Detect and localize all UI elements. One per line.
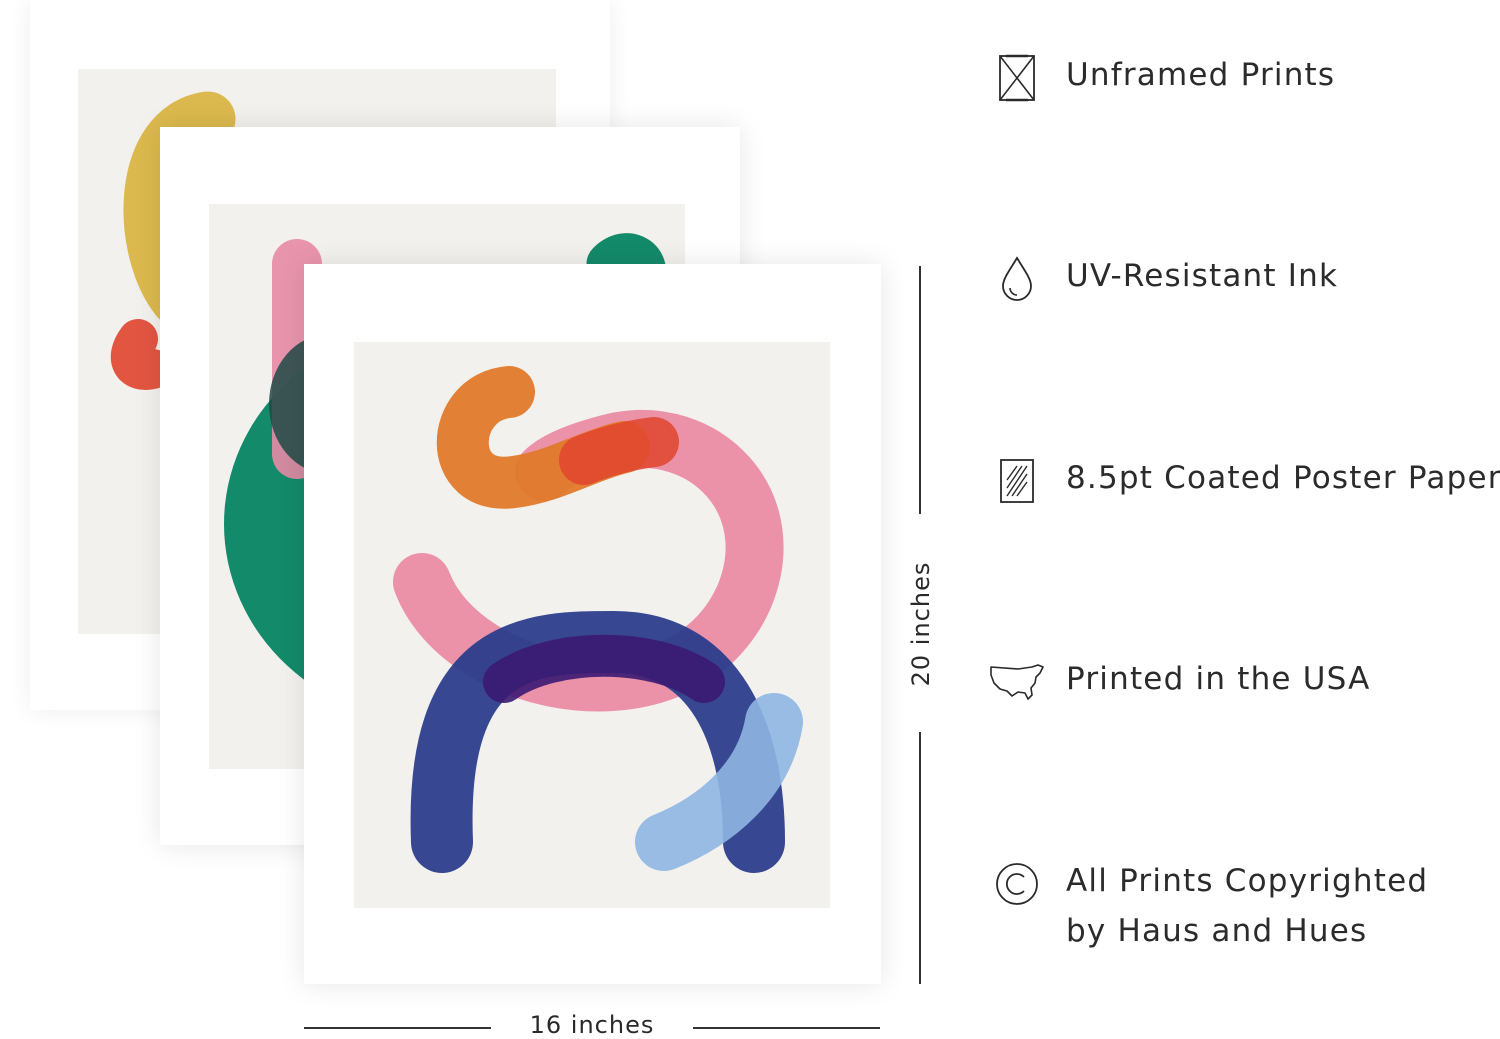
feature-ink: UV-Resistant Ink xyxy=(985,251,1500,307)
feature-label: Unframed Prints xyxy=(1066,57,1336,93)
feature-list: Unframed Prints UV-Resistant Ink 8.5pt C… xyxy=(985,0,1500,1039)
feature-usa: Printed in the USA xyxy=(985,654,1500,710)
feature-copyright: All Prints Copyrighted by Haus and Hues xyxy=(985,856,1500,956)
height-dimension-label: 20 inches xyxy=(907,561,935,687)
feature-label-line2: by Haus and Hues xyxy=(1066,913,1368,949)
product-image: 20 inches 16 inches Unframed Prints UV-R… xyxy=(0,0,1500,1039)
height-dimension-line-top xyxy=(919,266,921,514)
width-dimension-label: 16 inches xyxy=(529,1011,655,1039)
width-dimension-line-left xyxy=(304,1027,491,1029)
paper-icon xyxy=(985,453,1049,509)
ink-drop-icon xyxy=(985,251,1049,307)
width-dimension-line-right xyxy=(693,1027,880,1029)
unframed-icon xyxy=(985,50,1049,106)
feature-label-line1: All Prints Copyrighted xyxy=(1066,863,1429,899)
feature-label: UV-Resistant Ink xyxy=(1066,258,1339,294)
height-dimension-line-bottom xyxy=(919,732,921,984)
usa-map-icon xyxy=(985,654,1049,710)
feature-label: Printed in the USA xyxy=(1066,661,1371,697)
feature-label: 8.5pt Coated Poster Paper xyxy=(1066,460,1500,496)
print-sheet-front xyxy=(304,264,881,984)
feature-paper: 8.5pt Coated Poster Paper xyxy=(985,453,1500,509)
feature-unframed: Unframed Prints xyxy=(985,50,1500,106)
copyright-icon xyxy=(985,856,1049,912)
artwork-front-strokes xyxy=(393,366,803,873)
feature-label: All Prints Copyrighted by Haus and Hues xyxy=(1049,856,1428,956)
print-artwork-front xyxy=(354,342,830,908)
